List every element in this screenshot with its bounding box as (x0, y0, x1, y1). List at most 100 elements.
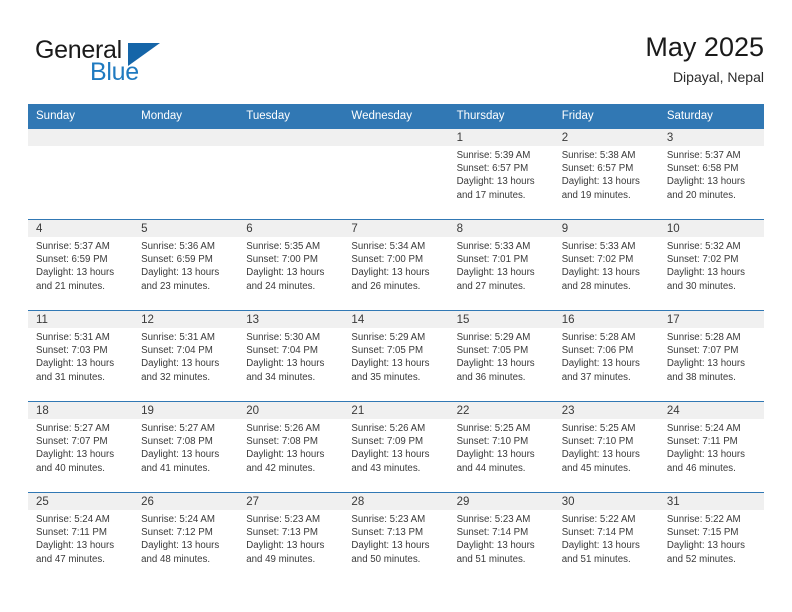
sun-times-detail: Sunrise: 5:24 AM Sunset: 7:11 PM Daylight:… (659, 419, 764, 475)
day-cell-inner: 23 Sunrise: 5:25 AM Sunset: 7:10 PM Dayligh… (553, 402, 659, 492)
calendar-day-cell[interactable]: 28 Sunrise: 5:23 AM Sunset: 7:13 PM Dayligh… (343, 492, 449, 583)
sun-times-line: Daylight: 13 hours (561, 267, 640, 279)
day-number (28, 129, 134, 146)
day-cell-inner: 24 Sunrise: 5:24 AM Sunset: 7:11 PM Dayligh… (658, 402, 764, 492)
calendar-day-cell[interactable]: 27 Sunrise: 5:23 AM Sunset: 7:13 PM Dayligh… (238, 492, 344, 583)
general-blue-logo: General Blue (28, 32, 248, 92)
sun-times-line: Sunrise: 5:35 AM (246, 241, 321, 252)
calendar-day-cell[interactable]: 26 Sunrise: 5:24 AM Sunset: 7:12 PM Dayligh… (133, 492, 239, 583)
sun-times-detail: Sunrise: 5:22 AM Sunset: 7:15 PM Daylight:… (659, 510, 764, 566)
weekday-header-thursday: Thursday (448, 104, 554, 129)
calendar-header-row-group: Sunday Monday Tuesday Wednesday Thursday… (28, 104, 764, 129)
sun-times-line: Sunrise: 5:25 AM (561, 423, 636, 434)
sun-times-line: Sunrise: 5:26 AM (351, 423, 426, 434)
sun-times-line: Sunrise: 5:24 AM (666, 423, 741, 434)
sun-times-line: and 41 minutes. (141, 462, 211, 474)
calendar-day-cell[interactable]: 31 Sunrise: 5:22 AM Sunset: 7:15 PM Dayligh… (658, 492, 764, 583)
sun-times-line: Sunrise: 5:33 AM (561, 241, 636, 252)
sun-times-line: Sunrise: 5:31 AM (36, 332, 110, 343)
sun-times-line: Sunrise: 5:27 AM (141, 423, 215, 434)
sun-times-line: and 36 minutes. (456, 371, 526, 383)
sun-times-line: Sunrise: 5:32 AM (666, 241, 741, 252)
sun-times-line: Sunset: 7:02 PM (666, 254, 739, 266)
calendar-day-cell[interactable]: 17 Sunrise: 5:28 AM Sunset: 7:07 PM Dayligh… (658, 310, 764, 402)
weekday-header-tuesday: Tuesday (238, 104, 344, 129)
day-cell-inner: 5 Sunrise: 5:36 AM Sunset: 6:59 PM Daylight… (133, 220, 239, 310)
day-cell-inner: 11 Sunrise: 5:31 AM Sunset: 7:03 PM Dayligh… (28, 311, 134, 401)
calendar-day-cell[interactable]: 18 Sunrise: 5:27 AM Sunset: 7:07 PM Dayligh… (28, 401, 134, 493)
sun-times-line: Sunset: 7:04 PM (246, 345, 318, 357)
calendar-day-cell[interactable]: 19 Sunrise: 5:27 AM Sunset: 7:08 PM Dayligh… (133, 401, 239, 493)
sun-times-detail: Sunrise: 5:31 AM Sunset: 7:04 PM Daylight:… (133, 328, 238, 384)
calendar-day-cell (28, 128, 134, 220)
title-block: May 2025 Dipayal, Nepal (645, 30, 764, 88)
sun-times-line: Daylight: 13 hours (351, 540, 430, 552)
day-cell-inner (28, 129, 134, 219)
sun-times-detail: Sunrise: 5:23 AM Sunset: 7:14 PM Daylight:… (449, 510, 554, 566)
sun-times-line: Sunrise: 5:30 AM (246, 332, 321, 343)
calendar-table: Sunday Monday Tuesday Wednesday Thursday… (28, 104, 764, 583)
calendar-day-cell[interactable]: 21 Sunrise: 5:26 AM Sunset: 7:09 PM Dayligh… (343, 401, 449, 493)
day-cell-inner: 13 Sunrise: 5:30 AM Sunset: 7:04 PM Dayligh… (238, 311, 344, 401)
sun-times-line: Sunrise: 5:23 AM (456, 514, 531, 525)
calendar-day-cell[interactable]: 4 Sunrise: 5:37 AM Sunset: 6:59 PM Daylight… (28, 219, 134, 311)
calendar-day-cell[interactable]: 1 Sunrise: 5:39 AM Sunset: 6:57 PM Daylight… (448, 128, 554, 220)
day-number: 2 (553, 129, 659, 146)
calendar-day-cell[interactable]: 16 Sunrise: 5:28 AM Sunset: 7:06 PM Dayligh… (553, 310, 659, 402)
day-number: 6 (238, 220, 344, 237)
sun-times-detail: Sunrise: 5:26 AM Sunset: 7:08 PM Daylight:… (238, 419, 343, 475)
sun-times-line: Daylight: 13 hours (246, 449, 325, 461)
sun-times-line: Daylight: 13 hours (36, 449, 115, 461)
day-cell-inner: 27 Sunrise: 5:23 AM Sunset: 7:13 PM Dayligh… (238, 493, 344, 583)
sun-times-detail: Sunrise: 5:38 AM Sunset: 6:57 PM Daylight:… (554, 146, 659, 202)
calendar-day-cell[interactable]: 11 Sunrise: 5:31 AM Sunset: 7:03 PM Dayligh… (28, 310, 134, 402)
sun-times-line: Daylight: 13 hours (456, 540, 535, 552)
sun-times-line: Sunset: 7:06 PM (561, 345, 634, 357)
calendar-day-cell[interactable]: 30 Sunrise: 5:22 AM Sunset: 7:14 PM Dayligh… (553, 492, 659, 583)
day-cell-inner: 3 Sunrise: 5:37 AM Sunset: 6:58 PM Daylight… (658, 129, 764, 219)
calendar-day-cell[interactable]: 5 Sunrise: 5:36 AM Sunset: 6:59 PM Daylight… (133, 219, 239, 311)
calendar-day-cell[interactable]: 24 Sunrise: 5:24 AM Sunset: 7:11 PM Dayligh… (658, 401, 764, 493)
calendar-day-cell[interactable]: 29 Sunrise: 5:23 AM Sunset: 7:14 PM Dayligh… (448, 492, 554, 583)
day-number: 14 (343, 311, 449, 328)
calendar-week-row: 11 Sunrise: 5:31 AM Sunset: 7:03 PM Dayligh… (28, 310, 764, 402)
sun-times-line: and 17 minutes. (456, 189, 526, 201)
sun-times-line: Sunrise: 5:25 AM (456, 423, 531, 434)
calendar-day-cell[interactable]: 23 Sunrise: 5:25 AM Sunset: 7:10 PM Dayligh… (553, 401, 659, 493)
day-number: 29 (448, 493, 554, 510)
sun-times-line: Sunset: 7:14 PM (456, 527, 529, 539)
sun-times-line: and 43 minutes. (351, 462, 421, 474)
sun-times-line: Sunrise: 5:34 AM (351, 241, 426, 252)
day-cell-inner: 20 Sunrise: 5:26 AM Sunset: 7:08 PM Dayligh… (238, 402, 344, 492)
calendar-day-cell[interactable]: 2 Sunrise: 5:38 AM Sunset: 6:57 PM Daylight… (553, 128, 659, 220)
day-cell-inner: 15 Sunrise: 5:29 AM Sunset: 7:05 PM Dayligh… (448, 311, 554, 401)
calendar-day-cell[interactable]: 6 Sunrise: 5:35 AM Sunset: 7:00 PM Daylight… (238, 219, 344, 311)
calendar-week-row: 25 Sunrise: 5:24 AM Sunset: 7:11 PM Dayligh… (28, 492, 764, 583)
sun-times-line: and 24 minutes. (246, 280, 316, 292)
calendar-day-cell[interactable]: 3 Sunrise: 5:37 AM Sunset: 6:58 PM Daylight… (658, 128, 764, 220)
sun-times-line: and 49 minutes. (246, 553, 316, 565)
calendar-day-cell[interactable]: 8 Sunrise: 5:33 AM Sunset: 7:01 PM Daylight… (448, 219, 554, 311)
calendar-day-cell[interactable]: 7 Sunrise: 5:34 AM Sunset: 7:00 PM Daylight… (343, 219, 449, 311)
day-number: 8 (448, 220, 554, 237)
calendar-day-cell[interactable]: 14 Sunrise: 5:29 AM Sunset: 7:05 PM Dayligh… (343, 310, 449, 402)
day-cell-inner: 9 Sunrise: 5:33 AM Sunset: 7:02 PM Daylight… (553, 220, 659, 310)
calendar-day-cell[interactable]: 13 Sunrise: 5:30 AM Sunset: 7:04 PM Dayligh… (238, 310, 344, 402)
calendar-day-cell[interactable]: 15 Sunrise: 5:29 AM Sunset: 7:05 PM Dayligh… (448, 310, 554, 402)
sun-times-line: Daylight: 13 hours (666, 267, 745, 279)
calendar-day-cell[interactable]: 12 Sunrise: 5:31 AM Sunset: 7:04 PM Dayligh… (133, 310, 239, 402)
sun-times-line: and 32 minutes. (141, 371, 211, 383)
day-number: 16 (553, 311, 659, 328)
sun-times-detail: Sunrise: 5:35 AM Sunset: 7:00 PM Daylight:… (238, 237, 343, 293)
sun-times-line: Sunrise: 5:39 AM (456, 150, 531, 161)
calendar-day-cell[interactable]: 22 Sunrise: 5:25 AM Sunset: 7:10 PM Dayligh… (448, 401, 554, 493)
calendar-day-cell (133, 128, 239, 220)
day-number: 18 (28, 402, 134, 419)
calendar-day-cell[interactable]: 10 Sunrise: 5:32 AM Sunset: 7:02 PM Dayligh… (658, 219, 764, 311)
calendar-day-cell[interactable]: 9 Sunrise: 5:33 AM Sunset: 7:02 PM Daylight… (553, 219, 659, 311)
brand-word-blue: Blue (90, 58, 139, 86)
calendar-day-cell[interactable]: 25 Sunrise: 5:24 AM Sunset: 7:11 PM Dayligh… (28, 492, 134, 583)
calendar-day-cell[interactable]: 20 Sunrise: 5:26 AM Sunset: 7:08 PM Dayligh… (238, 401, 344, 493)
sun-times-detail: Sunrise: 5:25 AM Sunset: 7:10 PM Daylight:… (554, 419, 659, 475)
sun-times-line: and 51 minutes. (561, 553, 631, 565)
